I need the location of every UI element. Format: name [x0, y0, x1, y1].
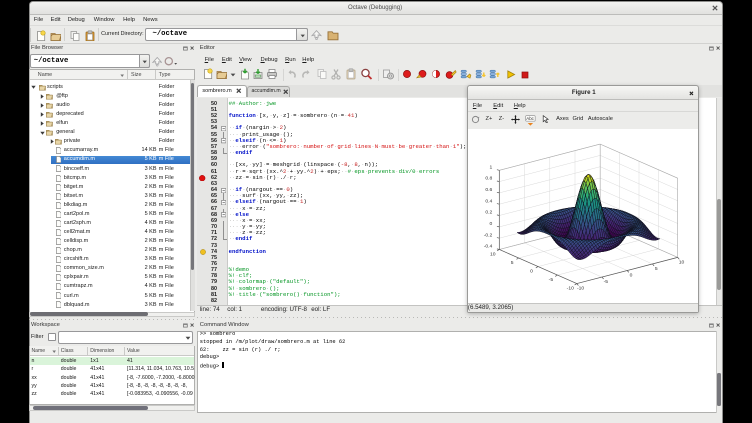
- svg-text:0: 0: [629, 272, 632, 278]
- svg-text:0.4: 0.4: [485, 198, 492, 204]
- svg-text:Abc: Abc: [526, 116, 534, 121]
- svg-text:0.8: 0.8: [485, 175, 492, 181]
- svg-text:10: 10: [490, 251, 496, 257]
- svg-text:5: 5: [510, 259, 513, 265]
- svg-text:-0.4: -0.4: [483, 243, 492, 249]
- svg-text:-5: -5: [603, 279, 608, 285]
- svg-text:-10: -10: [566, 285, 573, 291]
- svg-text:10: 10: [678, 259, 684, 265]
- svg-text:1: 1: [489, 164, 492, 170]
- svg-text:-0.2: -0.2: [483, 232, 492, 238]
- svg-text:0: 0: [530, 268, 533, 274]
- svg-text:0.2: 0.2: [485, 209, 492, 215]
- svg-text:0: 0: [489, 220, 492, 226]
- svg-text:0.6: 0.6: [485, 186, 492, 192]
- svg-text:-10: -10: [576, 285, 583, 291]
- svg-text:5: 5: [654, 266, 657, 272]
- svg-text:-5: -5: [548, 276, 553, 282]
